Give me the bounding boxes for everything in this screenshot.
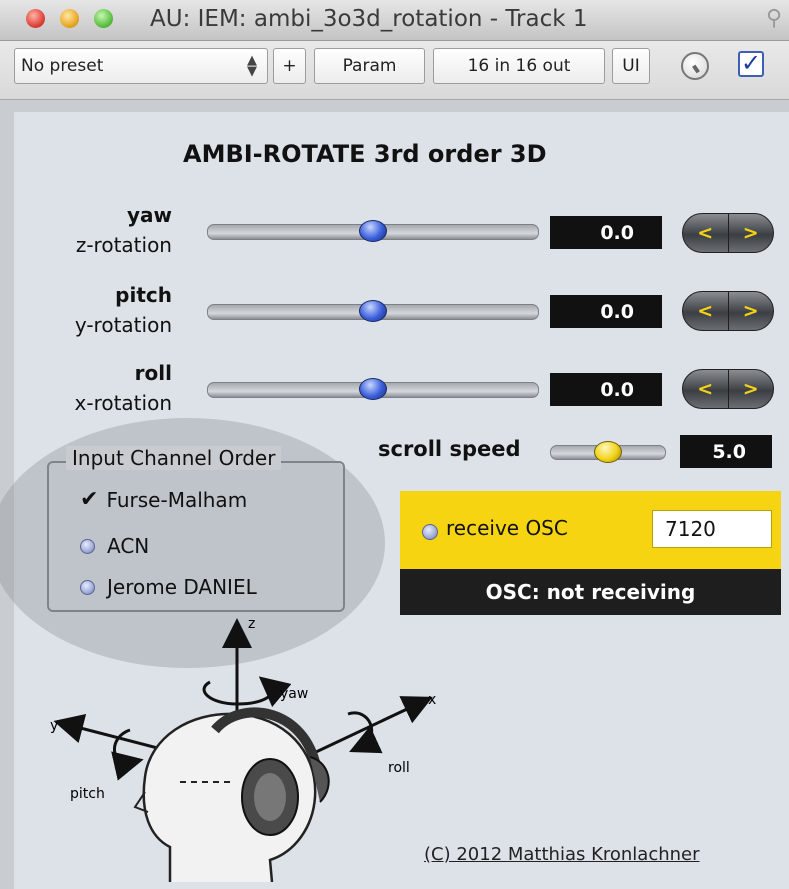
pin-icon[interactable]: ⚲ <box>766 6 782 31</box>
close-button[interactable] <box>26 9 45 28</box>
head-icon <box>133 707 330 882</box>
scroll-speed-label: scroll speed <box>378 437 521 461</box>
roll-axis: x-rotation <box>74 391 172 415</box>
yaw-axis: z-rotation <box>75 233 172 257</box>
pitch-decrement-button[interactable]: < <box>683 292 729 330</box>
receive-osc-radio[interactable] <box>422 524 438 540</box>
option-acn[interactable]: ACN <box>80 534 149 558</box>
yaw-increment-button[interactable]: > <box>729 214 774 252</box>
radio-icon <box>80 579 95 595</box>
yaw-diagram-label: yaw <box>280 686 308 702</box>
option-jerome-daniel[interactable]: Jerome DANIEL <box>80 575 257 599</box>
yaw-slider[interactable] <box>207 220 539 242</box>
roll-diagram-label: roll <box>388 760 410 776</box>
roll-decrement-button[interactable]: < <box>683 370 729 408</box>
pitch-label: pitch y-rotation <box>75 280 172 340</box>
yaw-slider-thumb[interactable] <box>359 220 387 242</box>
input-channel-order-title: Input Channel Order <box>66 446 282 470</box>
scroll-speed-thumb[interactable] <box>594 441 622 463</box>
roll-increment-button[interactable]: > <box>729 370 774 408</box>
mix-knob-icon[interactable] <box>681 52 709 80</box>
option-label: Jerome DANIEL <box>107 575 257 599</box>
rotation-diagram: z yaw y pitch x roll <box>50 616 436 882</box>
stepper-arrows-icon: ▲ ▼ <box>247 53 257 79</box>
host-toolbar: No preset ▲ ▼ + Param 16 in 16 out UI ✓ <box>0 41 789 100</box>
preset-select[interactable]: No preset ▲ ▼ <box>14 48 268 84</box>
zoom-button[interactable] <box>94 9 113 28</box>
osc-port-input[interactable]: 7120 <box>652 510 772 548</box>
radio-icon <box>80 538 95 554</box>
yaw-name: yaw <box>126 203 172 227</box>
pitch-arrow-icon <box>111 728 144 781</box>
io-config-button[interactable]: 16 in 16 out <box>433 48 605 84</box>
x-axis-label: x <box>428 692 436 708</box>
osc-status: OSC: not receiving <box>400 569 781 615</box>
pitch-diagram-label: pitch <box>70 786 105 802</box>
bypass-checkbox[interactable]: ✓ <box>738 51 764 77</box>
roll-label: roll x-rotation <box>75 358 172 418</box>
window-title: AU: IEM: ambi_3o3d_rotation - Track 1 <box>150 6 588 32</box>
scroll-speed-slider[interactable] <box>550 441 666 463</box>
roll-slider[interactable] <box>207 378 539 400</box>
option-furse-malham[interactable]: ✔ Furse-Malham <box>80 487 247 512</box>
receive-osc-label[interactable]: receive OSC <box>446 516 568 540</box>
option-label: Furse-Malham <box>106 487 248 512</box>
pitch-stepper[interactable]: < > <box>682 291 774 331</box>
plugin-title: AMBI-ROTATE 3rd order 3D <box>183 140 547 168</box>
title-bar: AU: IEM: ambi_3o3d_rotation - Track 1 ⚲ <box>0 0 789 41</box>
yaw-decrement-button[interactable]: < <box>683 214 729 252</box>
roll-value[interactable]: 0.0 <box>550 373 662 406</box>
ui-button[interactable]: UI <box>612 48 650 84</box>
pitch-value[interactable]: 0.0 <box>550 295 662 328</box>
pitch-increment-button[interactable]: > <box>729 292 774 330</box>
pitch-axis: y-rotation <box>74 313 172 337</box>
z-axis-label: z <box>248 616 255 632</box>
yaw-stepper[interactable]: < > <box>682 213 774 253</box>
pitch-slider-thumb[interactable] <box>359 300 387 322</box>
scroll-speed-value[interactable]: 5.0 <box>680 435 772 468</box>
pitch-slider[interactable] <box>207 300 539 322</box>
roll-slider-thumb[interactable] <box>359 378 387 400</box>
minimize-button[interactable] <box>60 9 79 28</box>
option-label: ACN <box>107 534 150 558</box>
checkmark-icon: ✔ <box>80 487 99 512</box>
param-button[interactable]: Param <box>314 48 425 84</box>
yaw-label: yaw z-rotation <box>76 200 172 260</box>
osc-panel: receive OSC 7120 OSC: not receiving <box>400 491 781 615</box>
y-axis-label: y <box>50 718 58 734</box>
roll-stepper[interactable]: < > <box>682 369 774 409</box>
preset-label: No preset <box>21 56 104 76</box>
yaw-value[interactable]: 0.0 <box>550 216 662 249</box>
pitch-name: pitch <box>115 283 172 307</box>
roll-name: roll <box>134 361 172 385</box>
add-preset-button[interactable]: + <box>273 48 306 84</box>
copyright[interactable]: (C) 2012 Matthias Kronlachner <box>424 844 700 865</box>
